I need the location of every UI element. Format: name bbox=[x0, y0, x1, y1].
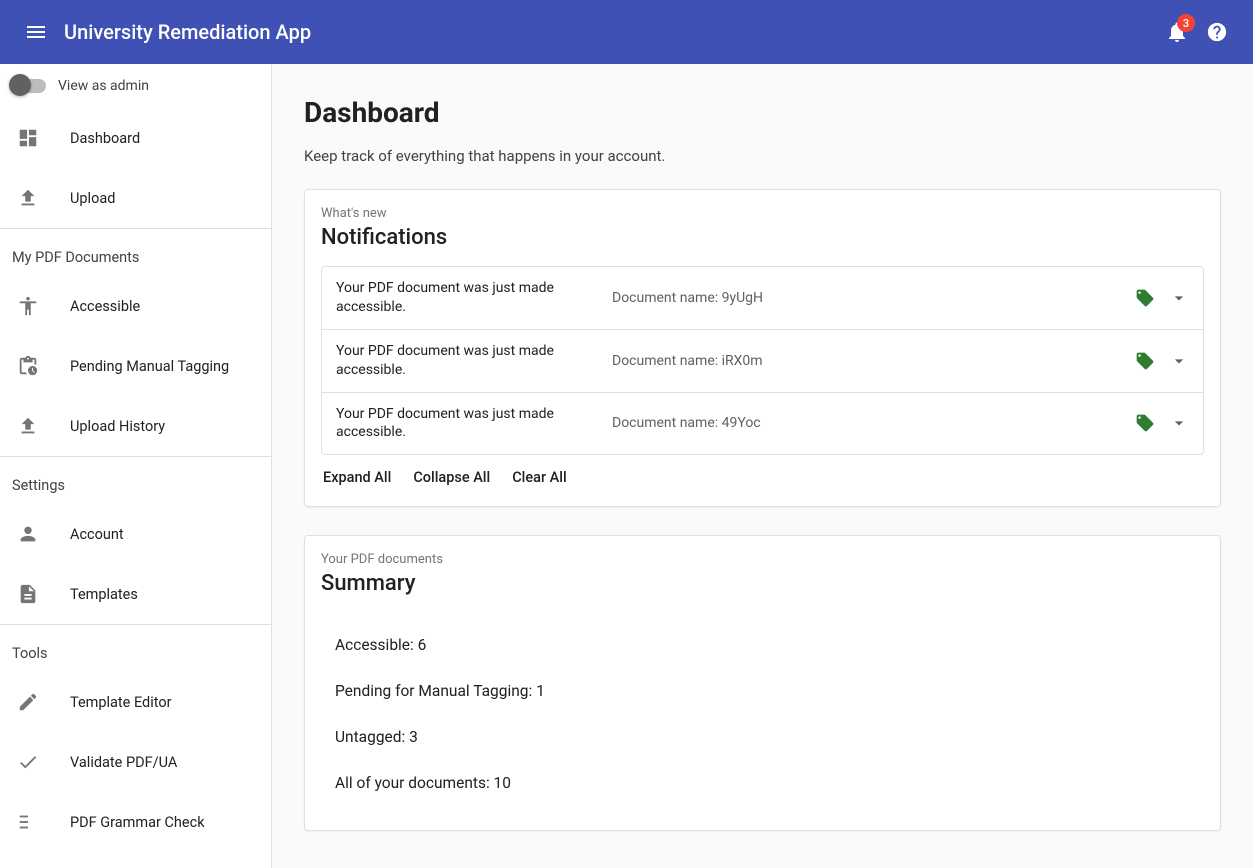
sidebar-item-label: Templates bbox=[70, 586, 138, 603]
sidebar-item-label: Account bbox=[70, 526, 124, 543]
person-icon bbox=[16, 522, 40, 546]
sidebar-item-label: Upload History bbox=[70, 418, 165, 435]
app-title: University Remediation App bbox=[64, 20, 1157, 44]
summary-item-all: All of your documents: 10 bbox=[335, 760, 1190, 806]
notification-message: Your PDF document was just made accessib… bbox=[336, 405, 596, 443]
tag-icon bbox=[1135, 413, 1155, 433]
sidebar-item-label: Template Editor bbox=[70, 694, 172, 711]
chevron-down-icon[interactable] bbox=[1169, 351, 1189, 371]
upload-icon bbox=[16, 186, 40, 210]
notification-actions bbox=[1135, 351, 1189, 371]
sidebar-item-template-editor[interactable]: Template Editor bbox=[0, 672, 271, 732]
notification-action-row: Expand All Collapse All Clear All bbox=[321, 455, 1204, 490]
sidebar-item-label: PDF Grammar Check bbox=[70, 814, 205, 831]
accessibility-icon bbox=[16, 294, 40, 318]
view-as-admin-label: View as admin bbox=[58, 78, 149, 94]
summary-eyebrow: Your PDF documents bbox=[321, 552, 1204, 567]
notification-badge: 3 bbox=[1177, 14, 1195, 32]
pencil-icon bbox=[16, 690, 40, 714]
sidebar-item-pdf-grammar-check[interactable]: PDF Grammar Check bbox=[0, 792, 271, 852]
notifications-title: Notifications bbox=[321, 225, 1204, 250]
summary-item-pending: Pending for Manual Tagging: 1 bbox=[335, 668, 1190, 714]
sidebar-item-label: Pending Manual Tagging bbox=[70, 358, 229, 375]
toggle-thumb bbox=[9, 74, 31, 96]
chevron-down-icon[interactable] bbox=[1169, 288, 1189, 308]
notifications-eyebrow: What's new bbox=[321, 206, 1204, 221]
view-as-admin-toggle[interactable]: View as admin bbox=[0, 64, 271, 108]
app-bar: University Remediation App 3 bbox=[0, 0, 1253, 64]
sidebar-item-validate-pdf-ua[interactable]: Validate PDF/UA bbox=[0, 732, 271, 792]
toggle-track bbox=[12, 79, 46, 93]
sidebar-item-label: Upload bbox=[70, 190, 115, 207]
sidebar-section-settings: Settings bbox=[0, 456, 271, 504]
notifications-button[interactable]: 3 bbox=[1157, 12, 1197, 52]
clipboard-clock-icon bbox=[16, 354, 40, 378]
notification-actions bbox=[1135, 413, 1189, 433]
chevron-down-icon[interactable] bbox=[1169, 413, 1189, 433]
notification-row[interactable]: Your PDF document was just made accessib… bbox=[322, 330, 1203, 393]
menu-icon bbox=[24, 20, 48, 44]
notifications-list: Your PDF document was just made accessib… bbox=[321, 266, 1204, 455]
notification-row[interactable]: Your PDF document was just made accessib… bbox=[322, 267, 1203, 330]
page-subtitle: Keep track of everything that happens in… bbox=[304, 147, 1221, 165]
notification-actions bbox=[1135, 288, 1189, 308]
sidebar-item-pending-manual-tagging[interactable]: Pending Manual Tagging bbox=[0, 336, 271, 396]
sidebar-item-label: Dashboard bbox=[70, 130, 140, 147]
help-icon bbox=[1206, 21, 1228, 43]
summary-item-untagged: Untagged: 3 bbox=[335, 714, 1190, 760]
sidebar-item-upload[interactable]: Upload bbox=[0, 168, 271, 228]
summary-card: Your PDF documents Summary Accessible: 6… bbox=[304, 535, 1221, 831]
sidebar-item-label: Validate PDF/UA bbox=[70, 754, 177, 771]
notifications-card: What's new Notifications Your PDF docume… bbox=[304, 189, 1221, 507]
notification-message: Your PDF document was just made accessib… bbox=[336, 279, 596, 317]
collapse-all-button[interactable]: Collapse All bbox=[413, 469, 490, 486]
help-button[interactable] bbox=[1197, 12, 1237, 52]
upload-icon bbox=[16, 414, 40, 438]
sidebar-section-tools: Tools bbox=[0, 624, 271, 672]
tag-icon bbox=[1135, 288, 1155, 308]
document-icon bbox=[16, 582, 40, 606]
notification-row[interactable]: Your PDF document was just made accessib… bbox=[322, 393, 1203, 455]
sidebar-section-my-pdf-documents: My PDF Documents bbox=[0, 228, 271, 276]
expand-all-button[interactable]: Expand All bbox=[323, 469, 391, 486]
summary-title: Summary bbox=[321, 571, 1204, 596]
sidebar: View as admin Dashboard Upload My PDF Do… bbox=[0, 64, 272, 868]
main-content: Dashboard Keep track of everything that … bbox=[272, 64, 1253, 868]
notification-document: Document name: iRX0m bbox=[612, 353, 1119, 369]
sidebar-item-upload-history[interactable]: Upload History bbox=[0, 396, 271, 456]
page-title: Dashboard bbox=[304, 96, 1221, 129]
notification-document: Document name: 9yUgH bbox=[612, 290, 1119, 306]
notification-document: Document name: 49Yoc bbox=[612, 415, 1119, 431]
sidebar-item-account[interactable]: Account bbox=[0, 504, 271, 564]
dashboard-icon bbox=[16, 126, 40, 150]
sidebar-item-label: Accessible bbox=[70, 298, 140, 315]
notification-message: Your PDF document was just made accessib… bbox=[336, 342, 596, 380]
sidebar-item-templates[interactable]: Templates bbox=[0, 564, 271, 624]
sidebar-item-dashboard[interactable]: Dashboard bbox=[0, 108, 271, 168]
rules-icon bbox=[16, 810, 40, 834]
summary-item-accessible: Accessible: 6 bbox=[335, 622, 1190, 668]
menu-button[interactable] bbox=[16, 12, 56, 52]
check-icon bbox=[16, 750, 40, 774]
sidebar-item-accessible[interactable]: Accessible bbox=[0, 276, 271, 336]
clear-all-button[interactable]: Clear All bbox=[512, 469, 566, 486]
tag-icon bbox=[1135, 351, 1155, 371]
summary-list: Accessible: 6 Pending for Manual Tagging… bbox=[321, 612, 1204, 814]
